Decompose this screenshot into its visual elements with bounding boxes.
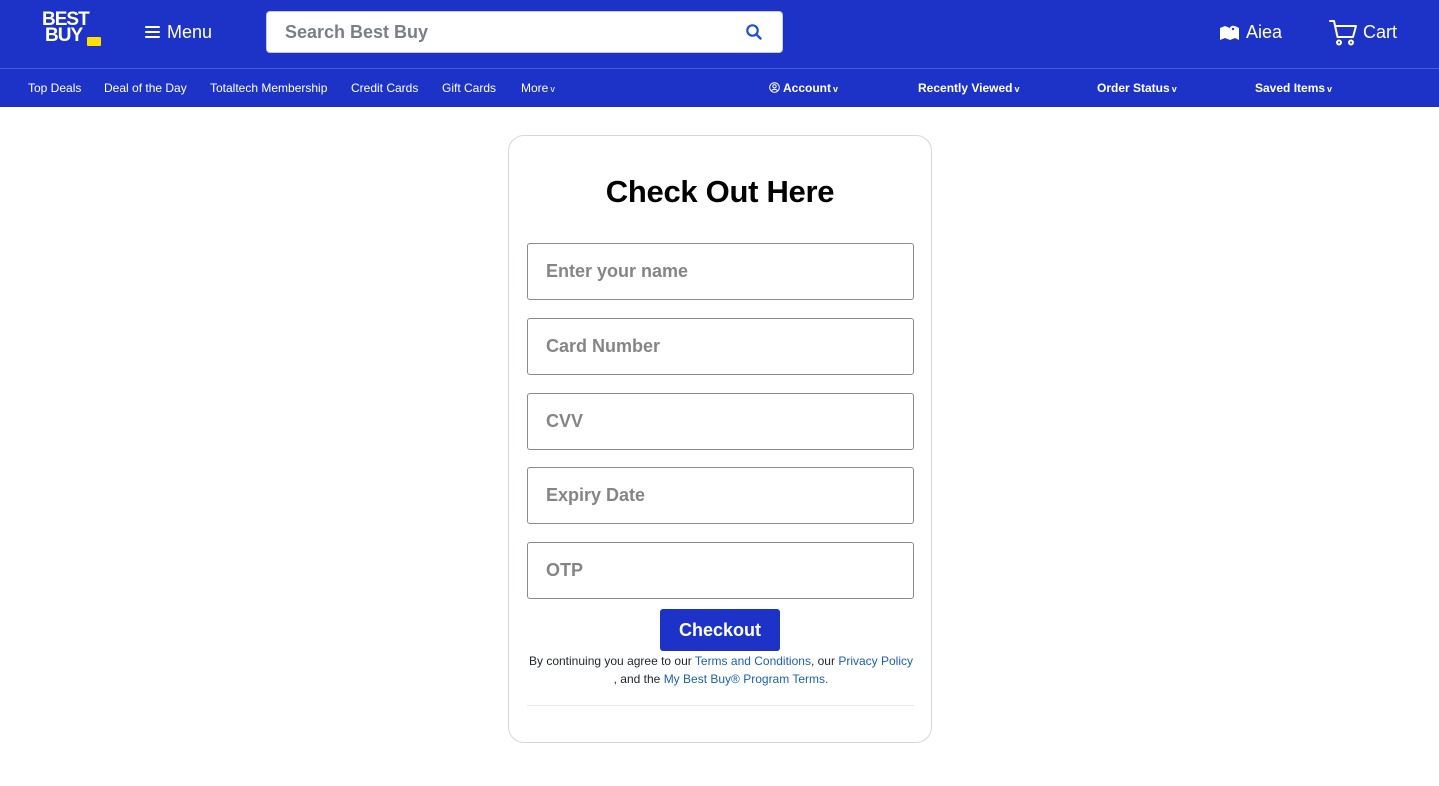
legal-mid-2: , and the	[613, 672, 664, 686]
store-map-icon	[1220, 25, 1239, 40]
cart-button[interactable]: Cart	[1328, 16, 1397, 48]
store-label: Aiea	[1246, 21, 1283, 42]
menu-label: Menu	[167, 21, 213, 42]
caret-down-icon: v	[1327, 84, 1333, 94]
legal-mid-1: , our	[810, 654, 839, 668]
logo-line-2: BUY	[45, 25, 83, 46]
name-field	[527, 243, 914, 300]
checkout-title: Check Out Here	[605, 174, 835, 209]
nav-order-status-dropdown[interactable]: Order Status v	[1097, 81, 1177, 96]
menu-button[interactable]: Menu	[145, 20, 212, 44]
best-buy-logo[interactable]: BEST BUY	[40, 10, 102, 48]
hamburger-icon	[145, 25, 160, 39]
secondary-nav: Top Deals Deal of the Day Totaltech Memb…	[0, 68, 1439, 107]
nav-recently-viewed-label: Recently Viewed	[918, 81, 1013, 95]
cvv-field	[527, 393, 914, 450]
search-bar	[266, 11, 783, 53]
top-header: BEST BUY Menu Aiea Cart	[0, 0, 1439, 68]
privacy-policy-link[interactable]: Privacy Policy	[838, 654, 913, 668]
caret-down-icon: v	[1171, 84, 1177, 94]
caret-down-icon: v	[833, 84, 839, 94]
store-locator[interactable]: Aiea	[1219, 20, 1282, 44]
expiry-date-field	[527, 467, 914, 524]
caret-down-icon: v	[550, 84, 555, 94]
program-terms-link[interactable]: My Best Buy® Program Terms.	[664, 672, 829, 686]
name-input[interactable]	[528, 244, 913, 299]
nav-link-gift-cards[interactable]: Gift Cards	[442, 81, 496, 95]
cart-label: Cart	[1363, 21, 1398, 42]
divider	[527, 705, 914, 706]
nav-more-label: More	[521, 81, 549, 95]
card-number-field	[527, 318, 914, 375]
account-icon	[769, 82, 780, 93]
otp-input[interactable]	[528, 543, 913, 598]
nav-link-credit-cards[interactable]: Credit Cards	[351, 81, 418, 95]
nav-link-totaltech[interactable]: Totaltech Membership	[210, 81, 327, 95]
legal-notice: By continuing you agree to our Terms and…	[529, 652, 913, 688]
nav-account-dropdown[interactable]: Account v	[769, 81, 838, 96]
cvv-input[interactable]	[528, 394, 913, 449]
nav-saved-items-label: Saved Items	[1255, 81, 1326, 95]
caret-down-icon: v	[1014, 84, 1020, 94]
search-input[interactable]	[285, 12, 725, 52]
legal-prefix: By continuing you agree to our	[529, 654, 695, 668]
nav-more-dropdown[interactable]: More v	[521, 81, 555, 96]
nav-order-status-label: Order Status	[1097, 81, 1170, 95]
card-number-input[interactable]	[528, 319, 913, 374]
expiry-date-input[interactable]	[528, 468, 913, 523]
logo-tag-icon	[87, 37, 101, 46]
terms-link[interactable]: Terms and Conditions	[695, 654, 811, 668]
checkout-card: Check Out Here Checkout By continuing yo…	[508, 135, 932, 743]
search-icon[interactable]	[745, 23, 763, 41]
nav-saved-items-dropdown[interactable]: Saved Items v	[1255, 81, 1332, 96]
otp-field	[527, 542, 914, 599]
nav-recently-viewed-dropdown[interactable]: Recently Viewed v	[918, 81, 1020, 96]
checkout-button[interactable]: Checkout	[660, 609, 780, 651]
cart-icon	[1329, 20, 1357, 46]
nav-link-top-deals[interactable]: Top Deals	[28, 81, 81, 95]
nav-link-deal-of-the-day[interactable]: Deal of the Day	[104, 81, 187, 95]
nav-account-label: Account	[783, 81, 831, 95]
